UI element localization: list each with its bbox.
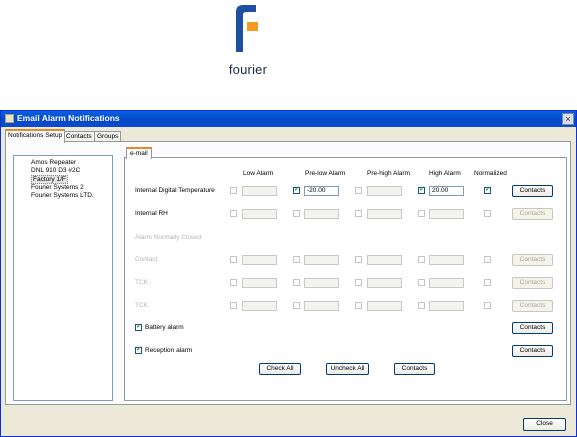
high-alarm-field[interactable]: 20.00 <box>429 186 464 196</box>
contacts-button[interactable]: Contacts <box>512 277 553 289</box>
uncheck-all-button[interactable]: Uncheck All <box>326 363 369 375</box>
list-item[interactable]: Fourier Systems LTD. <box>31 192 94 199</box>
low-alarm-field[interactable] <box>242 209 277 219</box>
prehigh-alarm-checkbox[interactable] <box>355 256 362 263</box>
normalized-checkbox[interactable] <box>484 210 491 217</box>
high-alarm-field[interactable] <box>429 278 464 288</box>
high-alarm-checkbox[interactable] <box>418 185 425 194</box>
window-title: Email Alarm Notifications <box>17 113 120 123</box>
prelow-alarm-checkbox[interactable] <box>293 279 300 286</box>
reception-alarm-label: Reception alarm <box>145 347 193 354</box>
row-label-alarm-normally-closed: Alarm Normally Closed <box>135 234 202 241</box>
list-item-selected[interactable]: Factory 1/F <box>31 175 68 184</box>
prehigh-alarm-field[interactable] <box>367 209 402 219</box>
high-alarm-field[interactable] <box>429 255 464 265</box>
fourier-logo: fourier <box>222 2 274 77</box>
device-list[interactable]: Amos Repeater DNL 910 D3 #2C Factory 1/F… <box>13 155 113 401</box>
prelow-alarm-checkbox[interactable] <box>293 185 300 194</box>
prelow-alarm-field[interactable] <box>304 278 339 288</box>
row-label-internal-digital-temperature: Internal Digital Temperature <box>135 187 215 194</box>
prehigh-alarm-field[interactable] <box>367 301 402 311</box>
contacts-button[interactable]: Contacts <box>512 208 553 220</box>
low-alarm-field[interactable] <box>242 186 277 196</box>
low-alarm-field[interactable] <box>242 255 277 265</box>
close-button[interactable]: Close <box>523 418 566 431</box>
normalized-checkbox[interactable] <box>484 279 491 286</box>
low-alarm-checkbox[interactable] <box>230 302 237 309</box>
prelow-alarm-checkbox[interactable] <box>293 256 300 263</box>
prehigh-alarm-field[interactable] <box>367 278 402 288</box>
list-item[interactable]: Amos Repeater <box>31 159 76 166</box>
high-alarm-field[interactable] <box>429 301 464 311</box>
prelow-alarm-field[interactable]: -20.00 <box>304 186 339 196</box>
battery-contacts-button[interactable]: Contacts <box>512 322 553 334</box>
low-alarm-checkbox[interactable] <box>230 256 237 263</box>
contacts-button[interactable]: Contacts <box>512 185 553 197</box>
list-item[interactable]: DNL 910 D3 #2C <box>31 167 80 174</box>
tab-notifications-setup[interactable]: Notifications Setup <box>5 129 66 143</box>
list-item[interactable]: Fourier Systems 2 <box>31 184 84 191</box>
high-alarm-field[interactable] <box>429 209 464 219</box>
row-label-tck: TCK <box>135 302 148 309</box>
high-alarm-checkbox[interactable] <box>418 279 425 286</box>
prehigh-alarm-checkbox[interactable] <box>355 279 362 286</box>
contacts-button[interactable]: Contacts <box>394 363 435 375</box>
col-high-alarm: High Alarm <box>429 170 461 177</box>
prehigh-alarm-field[interactable] <box>367 186 402 196</box>
contacts-button[interactable]: Contacts <box>512 254 553 266</box>
low-alarm-field[interactable] <box>242 301 277 311</box>
low-alarm-checkbox[interactable] <box>230 210 237 217</box>
col-normalized: Normalized <box>474 170 507 177</box>
normalized-checkbox[interactable] <box>484 185 491 194</box>
row-label-contact: Contact <box>135 256 158 263</box>
fourier-mark-icon <box>236 5 258 52</box>
prehigh-alarm-checkbox[interactable] <box>355 302 362 309</box>
row-label-tck: TCK <box>135 279 148 286</box>
low-alarm-checkbox[interactable] <box>230 187 237 194</box>
prelow-alarm-checkbox[interactable] <box>293 210 300 217</box>
prelow-alarm-checkbox[interactable] <box>293 302 300 309</box>
prehigh-alarm-checkbox[interactable] <box>355 187 362 194</box>
prehigh-alarm-checkbox[interactable] <box>355 210 362 217</box>
reception-contacts-button[interactable]: Contacts <box>512 345 553 357</box>
normalized-checkbox[interactable] <box>484 256 491 263</box>
row-label-internal-rh: Internal RH <box>135 210 168 217</box>
col-prehigh-alarm: Pre-high Alarm <box>367 170 410 177</box>
prelow-alarm-field[interactable] <box>304 301 339 311</box>
col-low-alarm: Low Alarm <box>243 170 274 177</box>
low-alarm-checkbox[interactable] <box>230 279 237 286</box>
logo-wordmark: fourier <box>228 62 268 77</box>
email-alarm-window: Email Alarm Notifications × Notification… <box>0 110 577 437</box>
reception-alarm-checkbox[interactable] <box>135 345 142 354</box>
prehigh-alarm-field[interactable] <box>367 255 402 265</box>
check-all-button[interactable]: Check All <box>259 363 301 375</box>
prelow-alarm-field[interactable] <box>304 209 339 219</box>
normalized-checkbox[interactable] <box>484 302 491 309</box>
low-alarm-field[interactable] <box>242 278 277 288</box>
title-bar[interactable]: Email Alarm Notifications × <box>1 111 576 127</box>
battery-alarm-label: Battery alarm <box>145 324 184 331</box>
high-alarm-checkbox[interactable] <box>418 256 425 263</box>
battery-alarm-checkbox[interactable] <box>135 322 142 331</box>
contacts-button[interactable]: Contacts <box>512 300 553 312</box>
col-prelow-alarm: Pre-low Alarm <box>305 170 346 177</box>
high-alarm-checkbox[interactable] <box>418 302 425 309</box>
high-alarm-checkbox[interactable] <box>418 210 425 217</box>
close-window-icon[interactable]: × <box>562 113 574 125</box>
prelow-alarm-field[interactable] <box>304 255 339 265</box>
app-icon <box>5 114 14 123</box>
tab-email[interactable]: e-mail <box>126 147 152 159</box>
